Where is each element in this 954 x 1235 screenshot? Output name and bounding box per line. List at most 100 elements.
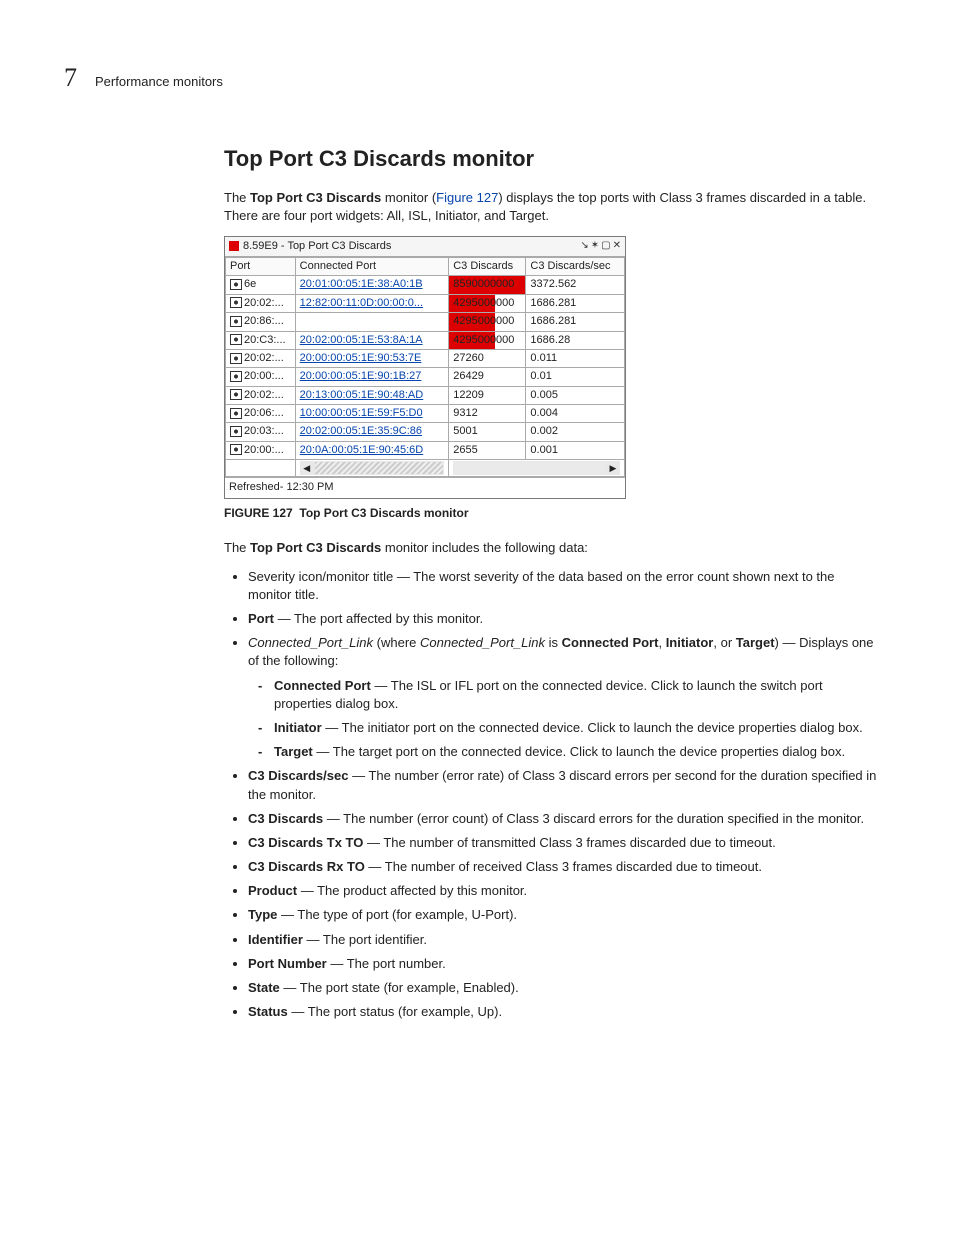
monitor-widget: 8.59E9 - Top Port C3 Discards ↘ ✶ ▢ ✕ Po… (224, 236, 626, 499)
connected-port-cell[interactable]: 20:0A:00:05:1E:90:45:6D (295, 441, 449, 459)
table-row[interactable]: 20:03:...20:02:00:05:1E:35:9C:8650010.00… (226, 423, 625, 441)
c3-discards-cell: 27260 (449, 349, 526, 367)
port-label: 20:00:... (244, 370, 284, 382)
c3-discards-cell: 4295000000 (449, 331, 526, 349)
port-cell[interactable]: 20:02:... (226, 294, 296, 312)
connected-port-cell[interactable]: 20:00:00:05:1E:90:53:7E (295, 349, 449, 367)
c3-discards-value: 12209 (453, 389, 484, 401)
port-label: 20:86:... (244, 315, 284, 327)
text: (where (373, 635, 420, 650)
h-scrollbar[interactable]: ◀ (300, 461, 445, 475)
text: is (545, 635, 562, 650)
port-cell[interactable]: 20:C3:... (226, 331, 296, 349)
refresh-icon[interactable]: ↘ (580, 239, 588, 253)
connected-port-link[interactable]: 20:01:00:05:1E:38:A0:1B (300, 278, 423, 290)
port-cell[interactable]: 20:06:... (226, 405, 296, 423)
list-item: C3 Discards — The number (error count) o… (248, 810, 880, 828)
table-row[interactable]: 20:02:...12:82:00:11:0D:00:00:0...429500… (226, 294, 625, 312)
port-cell[interactable]: 20:86:... (226, 313, 296, 331)
term: Type (248, 907, 277, 922)
h-scrollbar[interactable]: ▶ (453, 461, 620, 475)
term: Port (248, 611, 274, 626)
connected-port-cell[interactable]: 20:01:00:05:1E:38:A0:1B (295, 276, 449, 294)
port-cell[interactable]: 20:00:... (226, 441, 296, 459)
scroll-track[interactable] (315, 462, 444, 474)
term: Initiator (274, 720, 322, 735)
connected-port-link[interactable]: 20:02:00:05:1E:35:9C:86 (300, 425, 422, 437)
c3-discards-cell: 12209 (449, 386, 526, 404)
figure-caption: FIGURE 127 Top Port C3 Discards monitor (224, 505, 880, 522)
connected-port-link[interactable]: 20:13:00:05:1E:90:48:AD (300, 389, 424, 401)
table-row[interactable]: 20:06:...10:00:00:05:1E:59:F5:D093120.00… (226, 405, 625, 423)
port-cell[interactable]: 20:03:... (226, 423, 296, 441)
term: State (248, 980, 280, 995)
description-list: Severity icon/monitor title — The worst … (224, 568, 880, 1022)
c3-discards-cell: 9312 (449, 405, 526, 423)
port-cell[interactable]: 6e (226, 276, 296, 294)
definition: — The port identifier. (303, 932, 427, 947)
table-row[interactable]: 20:86:...42950000001686.281 (226, 313, 625, 331)
connected-port-link[interactable]: 20:00:00:05:1E:90:53:7E (300, 352, 422, 364)
port-cell[interactable]: 20:00:... (226, 368, 296, 386)
port-icon (230, 297, 242, 308)
pin-icon[interactable]: ✶ (591, 239, 599, 253)
c3-discards-cell: 2655 (449, 441, 526, 459)
connected-port-cell[interactable]: 12:82:00:11:0D:00:00:0... (295, 294, 449, 312)
section-title: Top Port C3 Discards monitor (224, 144, 880, 175)
term: Identifier (248, 932, 303, 947)
term-italic: Connected_Port_Link (248, 635, 373, 650)
term: Target (736, 635, 775, 650)
port-icon (230, 316, 242, 327)
maximize-icon[interactable]: ▢ (601, 239, 610, 253)
table-row[interactable]: 20:02:... 20:13:00:05:1E:90:48:AD 12209 0.0… (226, 386, 625, 404)
table-row[interactable]: 20:00:...20:0A:00:05:1E:90:45:6D26550.00… (226, 441, 625, 459)
connected-port-link[interactable]: 12:82:00:11:0D:00:00:0... (300, 297, 423, 309)
connected-port-link[interactable]: 20:0A:00:05:1E:90:45:6D (300, 444, 424, 456)
scroll-track[interactable] (454, 462, 605, 474)
c3-discards-sec-cell: 3372.562 (526, 276, 625, 294)
connected-port-cell[interactable] (295, 313, 449, 331)
connected-port-cell[interactable]: 10:00:00:05:1E:59:F5:D0 (295, 405, 449, 423)
connected-port-link[interactable]: 10:00:00:05:1E:59:F5:D0 (300, 407, 423, 419)
connected-port-link[interactable]: 20:00:00:05:1E:90:1B:27 (300, 370, 422, 382)
c3-discards-sec-cell: 1686.281 (526, 294, 625, 312)
connected-port-cell[interactable]: 20:13:00:05:1E:90:48:AD (295, 386, 449, 404)
col-connected-port[interactable]: Connected Port (295, 257, 449, 275)
col-c3-discards[interactable]: C3 Discards (449, 257, 526, 275)
col-c3-discards-sec[interactable]: C3 Discards/sec (526, 257, 625, 275)
c3-discards-cell: 8590000000 (449, 276, 526, 294)
table-row[interactable]: 6e 20:01:00:05:1E:38:A0:1B 85900000003372.… (226, 276, 625, 294)
c3-discards-sec-cell: 0.011 (526, 349, 625, 367)
text: The (224, 540, 250, 555)
port-icon (230, 444, 242, 455)
chapter-label: Performance monitors (95, 73, 223, 91)
table-row[interactable]: 20:00:...20:00:00:05:1E:90:1B:27264290.0… (226, 368, 625, 386)
port-icon (230, 408, 242, 419)
connected-port-link[interactable]: 20:02:00:05:1E:53:8A:1A (300, 334, 423, 346)
list-item: C3 Discards Tx TO — The number of transm… (248, 834, 880, 852)
chapter-number: 7 (64, 60, 77, 96)
scroll-right-icon[interactable]: ▶ (606, 461, 620, 475)
connected-port-cell[interactable]: 20:02:00:05:1E:53:8A:1A (295, 331, 449, 349)
port-cell[interactable]: 20:02:... (226, 349, 296, 367)
text: monitor includes the following data: (381, 540, 588, 555)
port-icon (230, 279, 242, 290)
table-row[interactable]: 20:C3:... 20:02:00:05:1E:53:8A:1A 42950000… (226, 331, 625, 349)
connected-port-cell[interactable]: 20:00:00:05:1E:90:1B:27 (295, 368, 449, 386)
figure-link[interactable]: Figure 127 (436, 190, 498, 205)
scroll-left-icon[interactable]: ◀ (300, 461, 314, 475)
close-icon[interactable]: ✕ (613, 239, 621, 253)
connected-port-cell[interactable]: 20:02:00:05:1E:35:9C:86 (295, 423, 449, 441)
c3-discards-value: 5001 (453, 425, 477, 437)
c3-discards-sec-cell: 0.005 (526, 386, 625, 404)
text: , or (713, 635, 735, 650)
c3-discards-cell: 4295000000 (449, 313, 526, 331)
port-label: 20:06:... (244, 407, 284, 419)
table-row[interactable]: 20:02:... 20:00:00:05:1E:90:53:7E 272600.0… (226, 349, 625, 367)
port-cell[interactable]: 20:02:... (226, 386, 296, 404)
definition: — The initiator port on the connected de… (322, 720, 863, 735)
col-port[interactable]: Port (226, 257, 296, 275)
term: Connected Port (274, 678, 371, 693)
figure-title: Top Port C3 Discards monitor (299, 506, 468, 520)
definition: — The port affected by this monitor. (274, 611, 483, 626)
